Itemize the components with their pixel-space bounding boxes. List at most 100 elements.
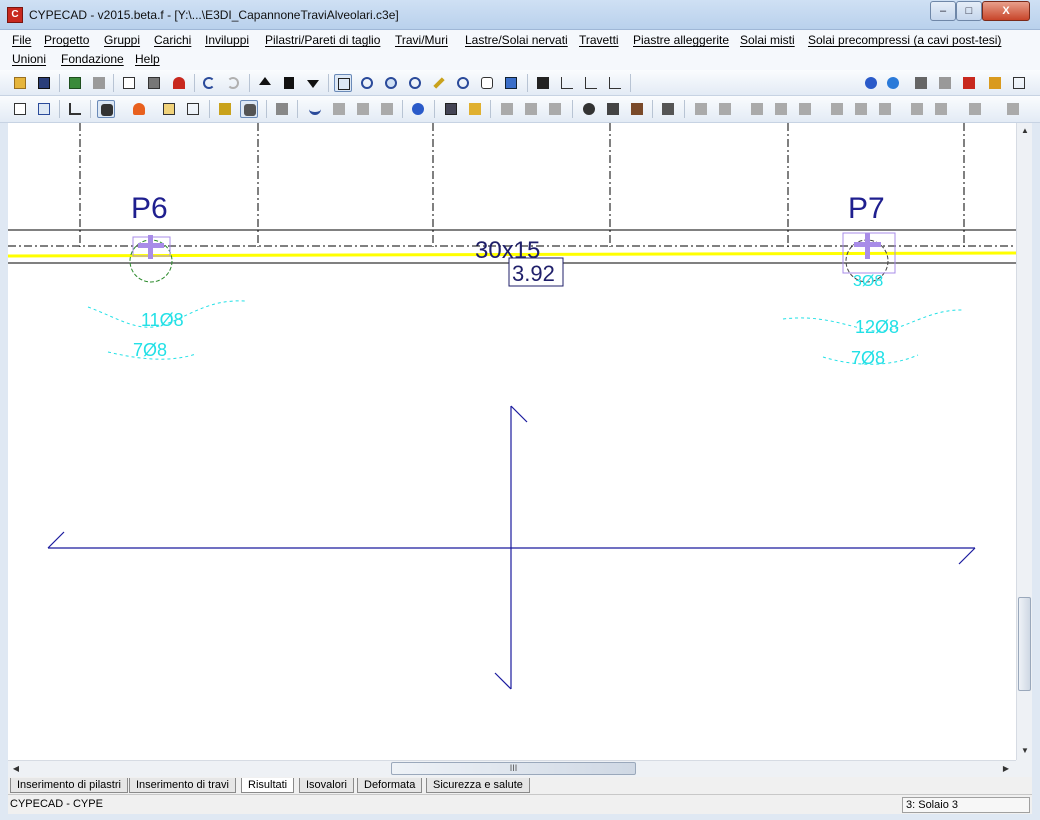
globe-icon[interactable] xyxy=(884,74,902,92)
minimize-button[interactable]: – xyxy=(930,1,956,21)
tab-risultati[interactable]: Risultati xyxy=(241,778,295,793)
menu-help[interactable]: Help xyxy=(135,52,160,66)
down-triangle-icon[interactable] xyxy=(304,74,322,92)
undo-icon[interactable] xyxy=(200,74,218,92)
redraw-icon[interactable] xyxy=(502,74,520,92)
horizontal-scroll-thumb[interactable]: III xyxy=(391,762,636,775)
redo-icon[interactable] xyxy=(224,74,242,92)
menu-gruppi[interactable]: Gruppi xyxy=(104,33,140,47)
grid-a-icon[interactable] xyxy=(498,100,516,118)
bar-l-icon[interactable] xyxy=(1004,100,1022,118)
report-icon[interactable] xyxy=(442,100,460,118)
gear-phone-icon[interactable] xyxy=(240,100,258,118)
rebar-label-right-small[interactable]: 3Ø8 xyxy=(853,273,883,290)
fire-icon[interactable] xyxy=(130,100,148,118)
beam-x2-icon[interactable] xyxy=(378,100,396,118)
menu-lastre[interactable]: Lastre/Solai nervati xyxy=(465,33,568,47)
tools-icon[interactable] xyxy=(216,100,234,118)
scroll-down-icon[interactable]: ▼ xyxy=(1017,743,1033,759)
rebar-label-left-bottom[interactable]: 7Ø8 xyxy=(133,340,167,360)
save-icon[interactable] xyxy=(35,74,53,92)
bar-g-icon[interactable] xyxy=(852,100,870,118)
grid-c-icon[interactable] xyxy=(546,100,564,118)
mesh-color-icon[interactable] xyxy=(628,100,646,118)
cube-outline-icon[interactable] xyxy=(184,100,202,118)
up-triangle-icon[interactable] xyxy=(256,74,274,92)
menu-travetti[interactable]: Travetti xyxy=(579,33,619,47)
menu-pilastri[interactable]: Pilastri/Pareti di taglio xyxy=(265,33,380,47)
angle-icon[interactable] xyxy=(582,74,600,92)
horizontal-scrollbar[interactable]: ◀ III ▶ xyxy=(8,760,1016,777)
tab-sicurezza-salute[interactable]: Sicurezza e salute xyxy=(426,778,530,793)
print-icon[interactable] xyxy=(912,74,930,92)
column-p6[interactable] xyxy=(129,235,173,283)
close-button[interactable]: X xyxy=(982,1,1030,21)
edit-table-icon[interactable] xyxy=(35,100,53,118)
info-icon[interactable] xyxy=(409,100,427,118)
menu-solai-misti[interactable]: Solai misti xyxy=(740,33,795,47)
vertical-scroll-thumb[interactable] xyxy=(1018,597,1031,691)
open-folder-icon[interactable] xyxy=(11,74,29,92)
bar-i-icon[interactable] xyxy=(908,100,926,118)
help-icon[interactable] xyxy=(862,74,880,92)
export-icon[interactable] xyxy=(960,74,978,92)
bar-j-icon[interactable] xyxy=(932,100,950,118)
scroll-right-icon[interactable]: ▶ xyxy=(998,761,1014,777)
drawing-svg[interactable]: P6 P7 30x15 3.92 11Ø8 7Ø8 3Ø8 12Ø8 7Ø8 xyxy=(8,123,1016,760)
menu-unioni[interactable]: Unioni xyxy=(12,52,46,66)
lock-icon[interactable] xyxy=(466,100,484,118)
zoom-extents-icon[interactable] xyxy=(406,74,424,92)
zoom-window-icon[interactable] xyxy=(334,74,352,92)
view-icon[interactable] xyxy=(936,74,954,92)
rebar-label-right-bottom[interactable]: 7Ø8 xyxy=(851,348,885,368)
menu-piastre[interactable]: Piastre alleggerite xyxy=(633,33,729,47)
pencil-icon[interactable] xyxy=(430,74,448,92)
app-icon[interactable]: C xyxy=(7,7,23,23)
bar-e-icon[interactable] xyxy=(796,100,814,118)
bar-a-icon[interactable] xyxy=(692,100,710,118)
beam-y-icon[interactable] xyxy=(330,100,348,118)
vertical-scrollbar[interactable]: ▲ ▼ xyxy=(1016,123,1032,760)
up-down-icon[interactable] xyxy=(280,74,298,92)
tree-icon[interactable] xyxy=(659,100,677,118)
menu-carichi[interactable]: Carichi xyxy=(154,33,191,47)
grid-b-icon[interactable] xyxy=(522,100,540,118)
beam-length-label[interactable]: 3.92 xyxy=(512,261,555,286)
tab-deformata[interactable]: Deformata xyxy=(357,778,423,793)
stairs-icon[interactable] xyxy=(66,100,84,118)
hand-pan-icon[interactable] xyxy=(478,74,496,92)
rebar-label-left-top[interactable]: 11Ø8 xyxy=(141,310,184,330)
menu-solai-precompressi[interactable]: Solai precompressi (a cavi post-tesi) xyxy=(808,33,1001,47)
eye-icon[interactable] xyxy=(580,100,598,118)
maximize-button[interactable]: □ xyxy=(956,1,982,21)
pointer-icon[interactable] xyxy=(558,74,576,92)
column-label-p6[interactable]: P6 xyxy=(131,192,168,225)
menu-fondazione[interactable]: Fondazione xyxy=(61,52,124,66)
structure-gray-icon[interactable] xyxy=(90,74,108,92)
drawing-canvas[interactable]: P6 P7 30x15 3.92 11Ø8 7Ø8 3Ø8 12Ø8 7Ø8 xyxy=(8,123,1016,760)
grid-icon[interactable] xyxy=(145,74,163,92)
magnet-icon[interactable] xyxy=(170,74,188,92)
bar-c-icon[interactable] xyxy=(748,100,766,118)
bar-d-icon[interactable] xyxy=(772,100,790,118)
bar-h-icon[interactable] xyxy=(876,100,894,118)
tab-isovalori[interactable]: Isovalori xyxy=(299,778,354,793)
mesh-icon[interactable] xyxy=(604,100,622,118)
structure-icon[interactable] xyxy=(66,74,84,92)
menu-progetto[interactable]: Progetto xyxy=(44,33,89,47)
scroll-up-icon[interactable]: ▲ xyxy=(1017,123,1033,139)
settings-icon[interactable] xyxy=(986,74,1004,92)
column-label-p7[interactable]: P7 xyxy=(848,192,885,225)
bar-f-icon[interactable] xyxy=(828,100,846,118)
tab-inserimento-travi[interactable]: Inserimento di travi xyxy=(129,778,236,793)
tab-inserimento-pilastri[interactable]: Inserimento di pilastri xyxy=(10,778,128,793)
block-icon[interactable] xyxy=(273,100,291,118)
menu-travi-muri[interactable]: Travi/Muri xyxy=(395,33,448,47)
beam-x-icon[interactable] xyxy=(354,100,372,118)
columns-list-icon[interactable] xyxy=(11,100,29,118)
bar-b-icon[interactable] xyxy=(716,100,734,118)
pan-zoom-icon[interactable] xyxy=(358,74,376,92)
search-icon[interactable] xyxy=(454,74,472,92)
rebar-label-right-top[interactable]: 12Ø8 xyxy=(855,317,899,337)
phone-icon[interactable] xyxy=(97,100,115,118)
